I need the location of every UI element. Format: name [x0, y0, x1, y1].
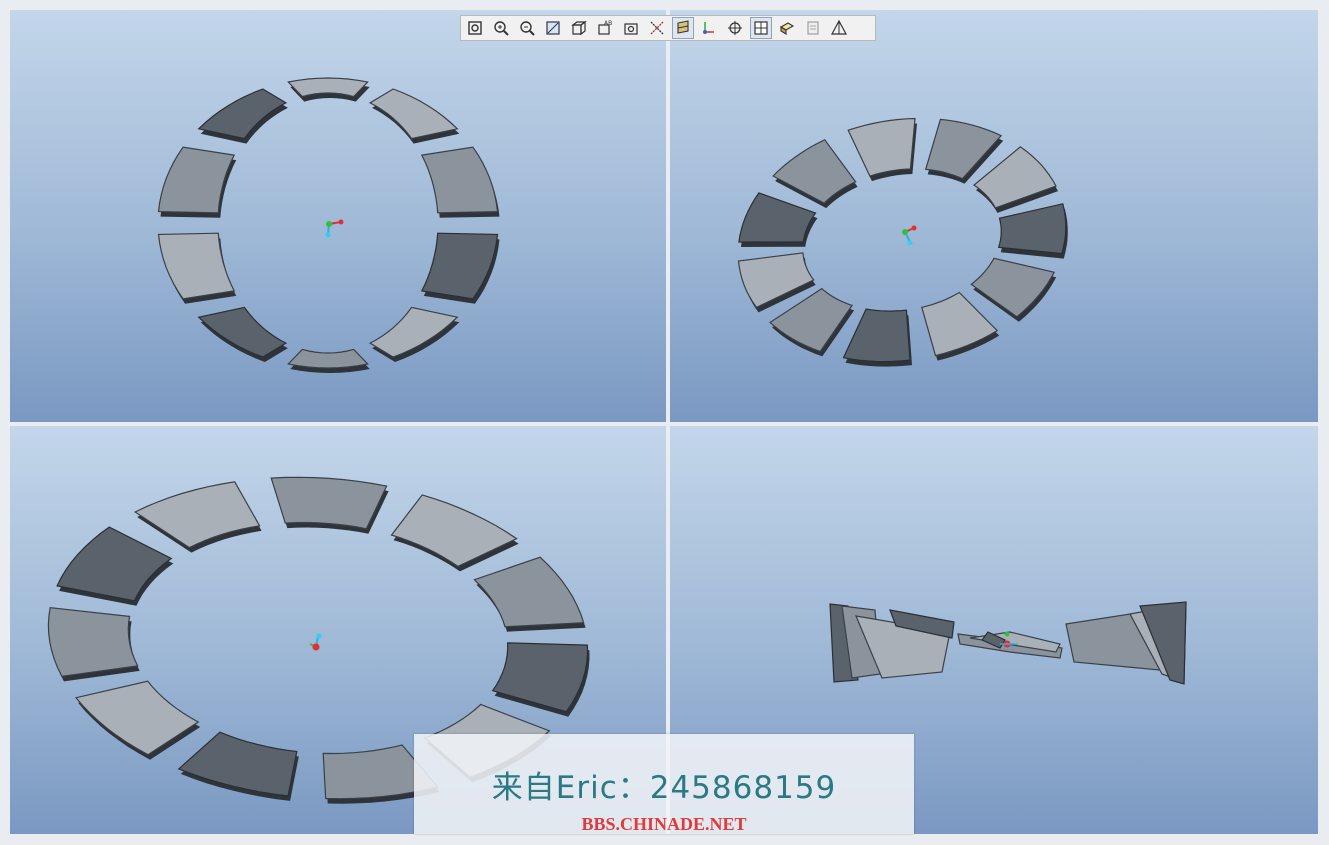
svg-text:AB: AB [604, 20, 612, 27]
iso-segment [270, 476, 388, 530]
iso-segment [390, 494, 518, 568]
iso-segment [47, 606, 139, 678]
axis-display-icon [650, 21, 664, 35]
refit-icon [468, 21, 482, 35]
front-segment [287, 348, 369, 369]
perspective-button[interactable] [828, 17, 850, 39]
layers-icon [807, 21, 819, 35]
watermark-panel: 来自Eric：245868159 BBS.CHINADE.NET [414, 734, 914, 834]
csys-display-icon [703, 22, 714, 34]
cross-section-icon [779, 22, 795, 35]
iso-segment [473, 556, 585, 628]
layers-button[interactable] [802, 17, 824, 39]
front-segment [420, 146, 499, 214]
perspective-icon [830, 19, 848, 35]
viewport-front[interactable] [10, 10, 666, 422]
datum-plane-display-icon [677, 20, 689, 34]
annotation-display-button[interactable]: AB [594, 17, 616, 39]
watermark-site: BBS.CHINADE.NET [581, 814, 747, 834]
annotation-display-icon: AB [598, 20, 612, 35]
saved-views-button[interactable] [568, 17, 590, 39]
datum-plane-display-button[interactable] [672, 17, 694, 39]
refit-button[interactable] [464, 17, 486, 39]
view-manager-button[interactable] [620, 17, 642, 39]
tilted-segment [970, 257, 1056, 318]
csys-triad [902, 225, 917, 246]
tilted-segment [924, 118, 1003, 180]
front-segment [157, 232, 236, 300]
axis-display-button[interactable] [646, 17, 668, 39]
csys-triad [325, 219, 344, 238]
zoom-in-button[interactable] [490, 17, 512, 39]
viewport-tilted[interactable] [670, 10, 1318, 422]
spin-center-icon [728, 21, 742, 35]
tilted-segment [847, 117, 916, 177]
repaint-icon [546, 21, 560, 35]
iso-segment [56, 526, 173, 602]
multi-view-button[interactable] [750, 17, 772, 39]
saved-views-icon [571, 20, 587, 36]
front-segment [157, 146, 236, 214]
tilted-segment [997, 203, 1067, 255]
csys-display-button[interactable] [698, 17, 720, 39]
ring-model-tilted [737, 117, 1068, 367]
tilted-segment [842, 308, 911, 363]
view-manager-icon [624, 23, 638, 35]
ring-model-front [157, 77, 500, 373]
iso-segment [177, 731, 298, 797]
iso-segment [75, 680, 200, 756]
spin-center-button[interactable] [724, 17, 746, 39]
csys-triad [309, 633, 322, 651]
tilted-segment [921, 291, 999, 357]
front-segment [420, 232, 499, 300]
cross-section-button[interactable] [776, 17, 798, 39]
iso-segment [491, 642, 589, 713]
zoom-out-button[interactable] [516, 17, 538, 39]
tilted-segment [738, 192, 817, 243]
multi-view-icon [754, 21, 768, 35]
repaint-button[interactable] [542, 17, 564, 39]
view-toolbar: AB [460, 15, 876, 41]
iso-segment [133, 481, 261, 549]
zoom-in-icon [494, 21, 509, 36]
watermark-author: 来自Eric：245868159 [491, 770, 837, 806]
zoom-out-icon [520, 21, 535, 36]
